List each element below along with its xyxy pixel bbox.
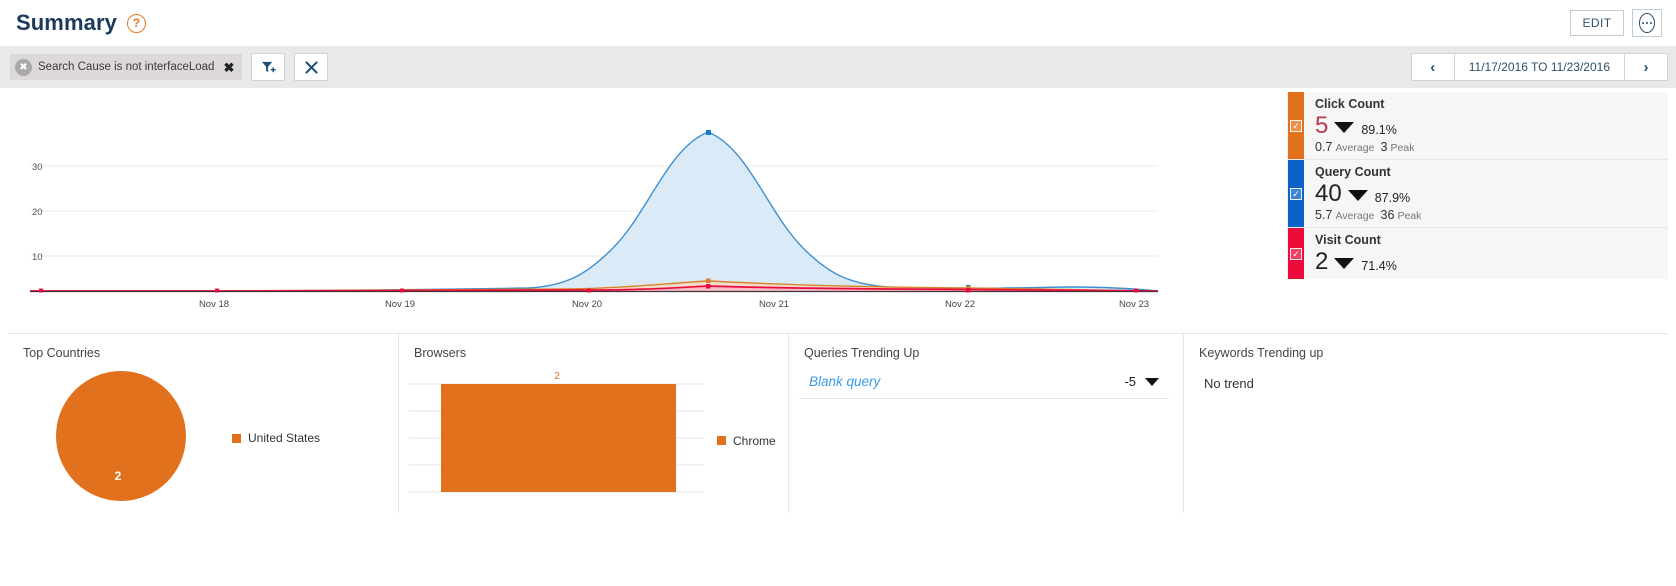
clear-filter-icon (305, 60, 318, 74)
keywords-empty-state: No trend (1204, 376, 1254, 391)
edit-button[interactable]: EDIT (1570, 10, 1624, 36)
legend-checkbox-visit-count[interactable]: ✓ (1290, 247, 1302, 260)
panel-title-top-countries: Top Countries (23, 346, 101, 360)
legend-peak-click-count: 3 (1380, 140, 1388, 154)
legend-avg-click-count: 0.7 (1315, 140, 1333, 154)
x-tick-5: Nov 23 (1119, 299, 1149, 310)
legend-value-visit-count: 2 (1315, 248, 1329, 275)
legend-row-click-count[interactable]: ✓ Click Count 5 89.1% 0.7 Average 3 Peak (1288, 92, 1668, 160)
legend-title-query-count: Query Count (1315, 165, 1391, 179)
x-tick-4: Nov 22 (945, 299, 975, 310)
top-countries-pie-chart[interactable]: 2 (18, 368, 218, 508)
legend-swatch-click-count: ✓ (1288, 92, 1304, 159)
x-tick-1: Nov 19 (385, 299, 415, 310)
x-tick-3: Nov 21 (759, 299, 789, 310)
chart-legend-panel: ✓ Click Count 5 89.1% 0.7 Average 3 Peak (1287, 92, 1668, 279)
date-range-prev-button[interactable]: ‹ (1410, 53, 1455, 81)
legend-stats-query-count: 5.7 Average 36 Peak (1315, 208, 1668, 222)
browsers-legend: Chrome (717, 434, 776, 448)
panel-queries-trending-up: Queries Trending Up Blank query -5 (788, 334, 1183, 513)
legend-value-query-count: 40 (1315, 180, 1342, 207)
trend-chart: 30 20 10 Nov 18 Nov 19 Nov 20 Nov 21 Nov… (8, 88, 1668, 334)
bar-chrome (441, 384, 676, 492)
top-countries-legend: United States (232, 431, 320, 445)
legend-avg-query-count: 5.7 (1315, 208, 1333, 222)
add-filter-button[interactable] (251, 53, 286, 81)
legend-checkbox-query-count[interactable]: ✓ (1290, 187, 1302, 200)
legend-checkbox-click-count[interactable]: ✓ (1290, 119, 1302, 132)
add-filter-icon (261, 61, 276, 72)
legend-avg-label-click-count: Average (1335, 142, 1375, 154)
date-range-picker: ‹ 11/17/2016 TO 11/23/2016 › (1410, 53, 1668, 81)
panel-browsers: Browsers 2 Chrome (398, 334, 788, 513)
legend-label-united-states: United States (248, 431, 321, 445)
chart-gridlines (30, 165, 1158, 257)
page-title: Summary (16, 10, 117, 35)
legend-swatch-visit-count: ✓ (1288, 228, 1304, 279)
filter-bar: ✖ Search Cause is not interfaceLoad ✖ ‹ … (0, 46, 1676, 88)
filter-chip-label: Search Cause is not interfaceLoad (38, 61, 215, 73)
y-tick-30: 30 (32, 162, 43, 173)
header-actions: EDIT (1570, 9, 1662, 37)
legend-pct-query-count: 87.9% (1374, 191, 1411, 205)
legend-peak-label-query-count: Peak (1397, 210, 1422, 222)
panel-title-browsers: Browsers (414, 346, 467, 360)
legend-row-visit-count[interactable]: ✓ Visit Count 2 71.4% (1288, 228, 1668, 279)
legend-label-chrome: Chrome (733, 433, 776, 448)
y-tick-20: 20 (32, 207, 43, 218)
legend-avg-label-query-count: Average (1335, 210, 1375, 222)
query-trend-value-wrapper: -5 (1124, 374, 1159, 389)
y-tick-10: 10 (32, 252, 43, 263)
date-range-value[interactable]: 11/17/2016 TO 11/23/2016 (1454, 53, 1624, 81)
more-options-button[interactable] (1632, 9, 1662, 37)
x-tick-0: Nov 18 (199, 299, 229, 310)
summary-panels: Top Countries 2 United States Browsers 2… (8, 334, 1668, 513)
legend-pct-visit-count: 71.4% (1361, 259, 1397, 273)
legend-swatch-chrome (717, 436, 726, 445)
triangle-down-icon (1334, 258, 1355, 269)
page-header: Summary ? EDIT (0, 0, 1676, 46)
legend-title-visit-count: Visit Count (1315, 233, 1381, 247)
panel-top-countries: Top Countries 2 United States (8, 334, 398, 513)
date-range-next-button[interactable]: › (1624, 53, 1668, 81)
legend-stats-click-count: 0.7 Average 3 Peak (1315, 140, 1668, 154)
query-trend-value: -5 (1124, 374, 1136, 389)
panel-keywords-trending-up: Keywords Trending up No trend (1183, 334, 1668, 513)
triangle-down-icon (1334, 122, 1355, 133)
browsers-bar-chart[interactable]: 2 (409, 368, 709, 513)
triangle-down-icon (1347, 190, 1368, 201)
legend-pct-click-count: 89.1% (1361, 123, 1397, 137)
legend-swatch-united-states (232, 433, 241, 443)
panel-title-queries-trending-up: Queries Trending Up (804, 346, 920, 360)
pin-icon: ✖ (15, 58, 32, 76)
pie-data-label: 2 (115, 469, 122, 483)
filter-chip[interactable]: ✖ Search Cause is not interfaceLoad ✖ (10, 54, 243, 80)
legend-value-click-count: 5 (1315, 112, 1329, 139)
query-link-blank-query[interactable]: Blank query (809, 374, 880, 389)
legend-peak-query-count: 36 (1380, 208, 1395, 222)
panel-title-keywords-trending-up: Keywords Trending up (1199, 346, 1324, 360)
clear-filters-button[interactable] (294, 53, 329, 81)
remove-filter-icon[interactable]: ✖ (223, 61, 234, 74)
x-tick-2: Nov 20 (572, 299, 602, 310)
triangle-down-icon (1145, 377, 1159, 386)
legend-swatch-query-count: ✓ (1288, 160, 1304, 227)
legend-row-query-count[interactable]: ✓ Query Count 40 87.9% 5.7 Average 36 Pe… (1288, 160, 1668, 228)
bar-data-label: 2 (554, 371, 560, 382)
legend-peak-label-click-count: Peak (1390, 142, 1415, 154)
queries-trend-row[interactable]: Blank query -5 (799, 368, 1169, 399)
legend-title-click-count: Click Count (1315, 97, 1385, 111)
ellipsis-circle-icon (1639, 13, 1655, 33)
help-icon[interactable]: ? (126, 13, 146, 33)
